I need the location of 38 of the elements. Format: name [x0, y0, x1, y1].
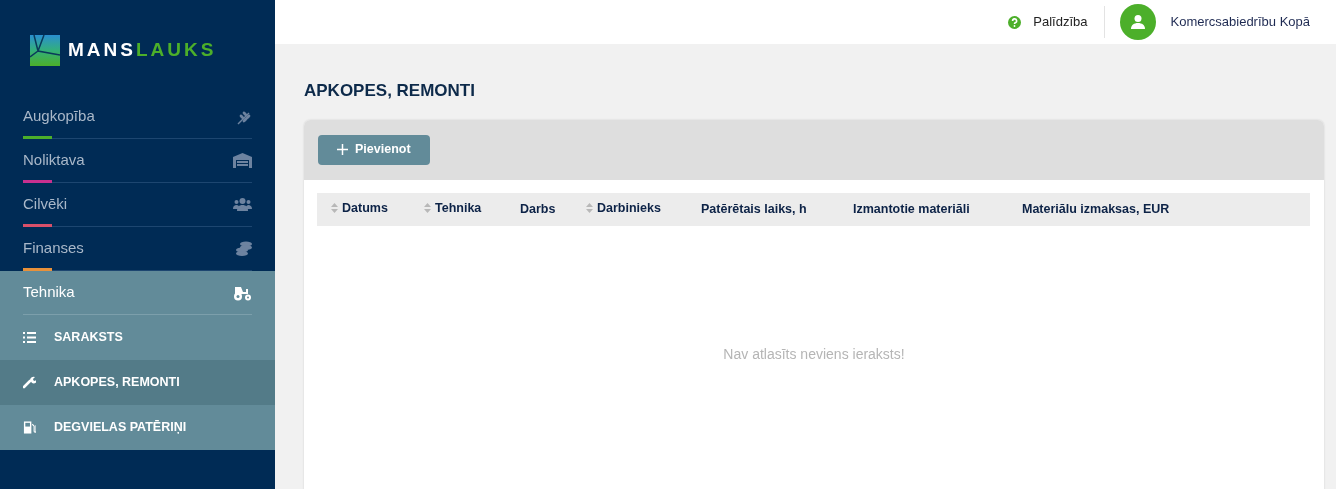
column-label: Tehnika	[435, 199, 482, 217]
column-label: Datums	[342, 199, 388, 217]
list-icon	[23, 332, 36, 343]
logo-text: MANS LAUKS	[68, 38, 217, 63]
menu-label: Augkopība	[23, 106, 95, 127]
sidebar-item[interactable]: Augkopība	[23, 95, 252, 139]
column-label: Darbinieks	[597, 199, 661, 217]
column-label: Izmantotie materiāli	[853, 200, 970, 218]
wrench-icon	[23, 376, 36, 389]
sort-icon[interactable]	[586, 203, 593, 214]
sort-icon[interactable]	[331, 203, 338, 214]
user-name[interactable]: Komercsabiedrību Kopā	[1170, 12, 1310, 32]
fuel-pump-icon	[23, 421, 36, 434]
warehouse-icon	[233, 153, 252, 168]
sidebar-item[interactable]: Cilvēki	[23, 183, 252, 227]
avatar-icon[interactable]	[1119, 4, 1156, 40]
submenu-item[interactable]: SARAKSTS	[0, 315, 275, 360]
column-label: Materiālu izmaksas, EUR	[1022, 200, 1170, 218]
tractor-icon	[233, 284, 252, 301]
menu-label: Cilvēki	[23, 194, 68, 215]
empty-message: Nav atlasīts neviens ieraksts!	[722, 344, 906, 364]
menu-label: Finanses	[23, 238, 84, 259]
people-icon	[233, 198, 252, 211]
column-label: Darbs	[520, 200, 556, 218]
help-link[interactable]: Palīdzība	[1008, 6, 1105, 38]
plus-icon	[337, 144, 348, 155]
page-title: APKOPES, REMONTI	[304, 80, 476, 102]
sidebar-item[interactable]: Noliktava	[23, 139, 252, 183]
menu-label: Noliktava	[23, 150, 85, 171]
sort-icon[interactable]	[424, 203, 431, 214]
coins-icon	[236, 241, 252, 256]
submenu-item[interactable]: APKOPES, REMONTI	[0, 360, 275, 405]
menu-label: Tehnika	[23, 282, 75, 303]
submenu-item[interactable]: DEGVIELAS PATĒRIŅI	[0, 405, 275, 450]
column-label: Patērētais laiks, h	[701, 200, 807, 218]
logo-icon	[30, 35, 60, 66]
help-icon	[1008, 15, 1022, 29]
add-button[interactable]: Pievienot	[318, 134, 430, 165]
